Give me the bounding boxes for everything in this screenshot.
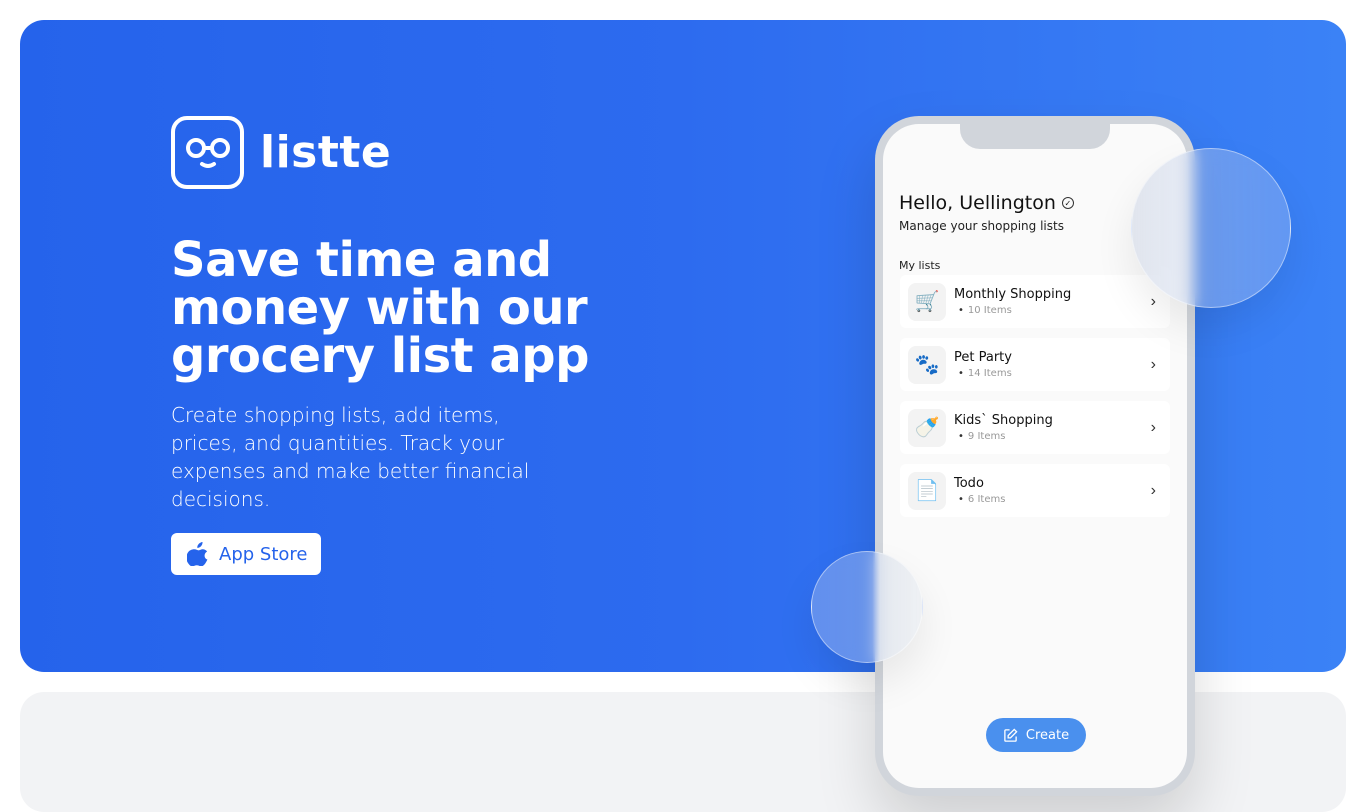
- cart-icon: 🛒: [908, 282, 946, 321]
- edit-icon: [1004, 727, 1018, 742]
- list-item[interactable]: 📄 Todo • 6 Items ›: [900, 464, 1170, 517]
- decorative-glass-bubble: [1131, 148, 1291, 308]
- hero-description: Create shopping lists, add items, prices…: [171, 403, 530, 511]
- list-item[interactable]: 🐾 Pet Party • 14 Items ›: [900, 338, 1170, 391]
- list-count: 9 Items: [967, 431, 1006, 442]
- list-count: 14 Items: [967, 368, 1012, 379]
- list-name: Todo: [954, 476, 984, 491]
- my-lists-label: My lists: [899, 259, 941, 272]
- decorative-glass-bubble: [811, 551, 923, 663]
- app-store-button[interactable]: App Store: [171, 533, 321, 575]
- apple-icon: [187, 542, 208, 566]
- check-circle-icon: ✓: [1061, 197, 1074, 209]
- list-name: Kids` Shopping: [954, 413, 1053, 428]
- paw-icon: 🐾: [908, 345, 946, 384]
- greeting-text: Hello, Uellington: [899, 192, 1056, 214]
- list-item[interactable]: 🍼 Kids` Shopping • 9 Items ›: [900, 401, 1170, 454]
- greeting: Hello, Uellington ✓: [899, 192, 1074, 214]
- chevron-right-icon: ›: [1150, 355, 1156, 373]
- app-store-label: App Store: [219, 543, 308, 565]
- list-name: Monthly Shopping: [954, 287, 1072, 302]
- baby-bottle-icon: 🍼: [908, 408, 946, 447]
- list-name: Pet Party: [954, 350, 1012, 365]
- greeting-subtitle: Manage your shopping lists: [899, 219, 1064, 233]
- phone-notch: [960, 124, 1110, 149]
- list-item[interactable]: 🛒 Monthly Shopping • 10 Items ›: [900, 275, 1170, 328]
- list-count: 10 Items: [967, 305, 1012, 316]
- document-icon: 📄: [908, 471, 946, 510]
- brand-name: listte: [260, 127, 392, 178]
- hero-headline: Save time and money with our grocery lis…: [171, 232, 589, 384]
- chevron-right-icon: ›: [1150, 292, 1156, 310]
- create-list-button[interactable]: Create: [986, 718, 1086, 752]
- chevron-right-icon: ›: [1150, 481, 1156, 499]
- chevron-right-icon: ›: [1150, 418, 1156, 436]
- glasses-face-icon: [171, 116, 244, 189]
- shopping-lists: 🛒 Monthly Shopping • 10 Items › 🐾 Pet Par…: [900, 275, 1170, 527]
- logo[interactable]: listte: [171, 116, 391, 189]
- list-count: 6 Items: [967, 494, 1006, 505]
- create-label: Create: [1025, 727, 1070, 743]
